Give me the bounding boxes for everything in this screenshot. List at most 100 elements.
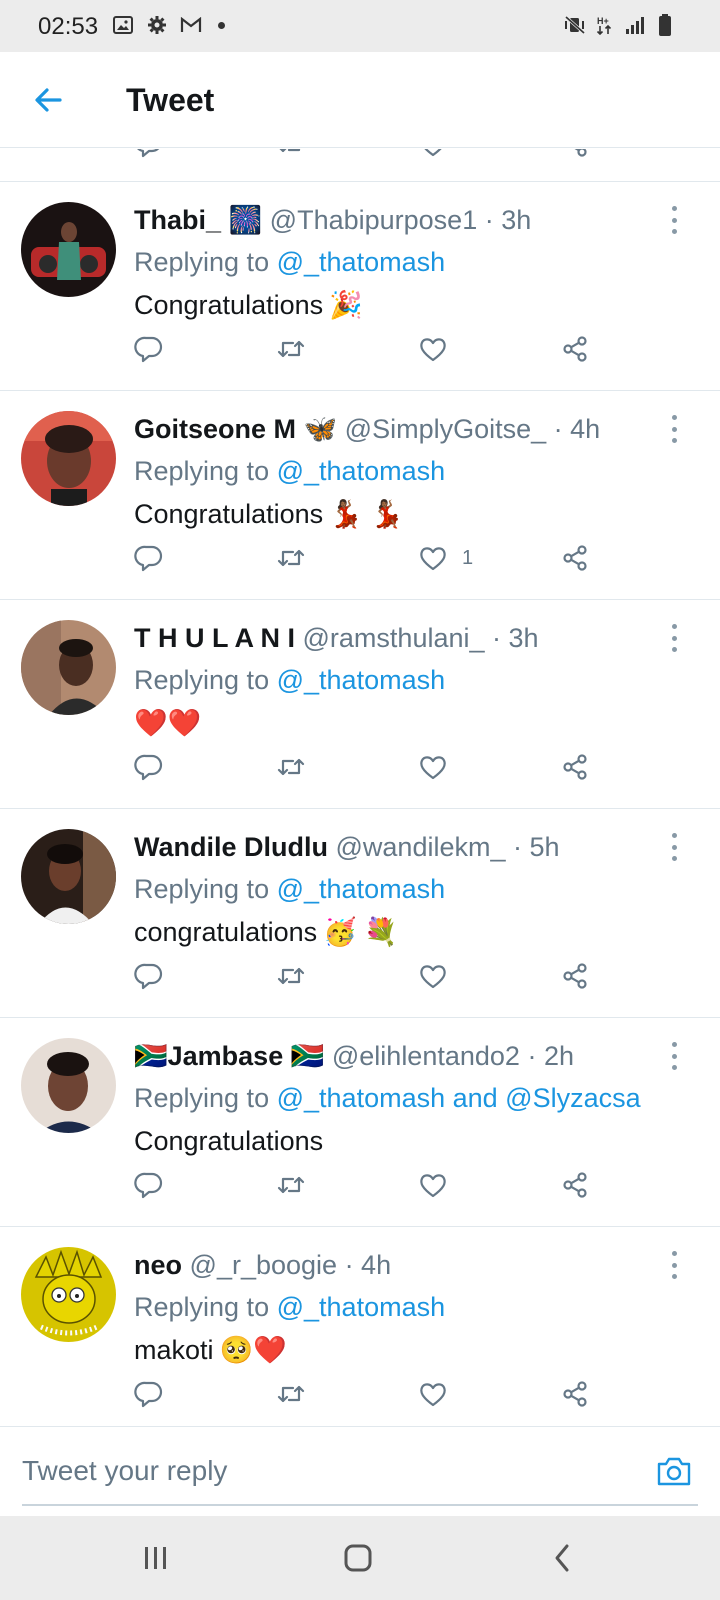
replying-to: Replying to @_thatomash xyxy=(134,244,700,280)
reply-button[interactable] xyxy=(134,750,164,784)
author-handle[interactable]: @wandilekm_ xyxy=(336,832,506,862)
replying-to-mention[interactable]: @_thatomash xyxy=(277,874,446,904)
tweet-actions xyxy=(134,1377,604,1411)
back-button[interactable] xyxy=(28,80,68,120)
avatar[interactable] xyxy=(21,411,116,506)
share-icon xyxy=(563,754,587,780)
replying-to-mention[interactable]: @_thatomash xyxy=(277,1292,446,1322)
retweet-button[interactable] xyxy=(276,1168,306,1202)
share-button[interactable] xyxy=(560,541,590,575)
tweet-text: Congratulations 🎉 xyxy=(134,287,700,323)
reply-tweet[interactable]: neo @_r_boogie · 4h Replying to @_thatom… xyxy=(0,1227,720,1426)
reply-tweet[interactable]: T H U L A N I @ramsthulani_ · 3h Replyin… xyxy=(0,600,720,809)
author-name[interactable]: Wandile Dludlu xyxy=(134,832,328,862)
author-handle[interactable]: @Thabipurpose1 xyxy=(270,205,478,235)
more-options-button[interactable] xyxy=(664,206,684,234)
avatar[interactable] xyxy=(21,1038,116,1133)
recents-button[interactable] xyxy=(134,1538,178,1578)
retweet-button[interactable] xyxy=(276,1377,306,1411)
replying-to-mention[interactable]: @_thatomash xyxy=(277,247,446,277)
author-name[interactable]: Jambase xyxy=(168,1041,284,1071)
replying-to-mention[interactable]: @_thatomash xyxy=(277,456,446,486)
author-handle[interactable]: @_r_boogie xyxy=(190,1250,338,1280)
tweet-actions: 1 xyxy=(134,541,604,575)
reply-input[interactable] xyxy=(22,1451,582,1491)
reply-tweet[interactable]: Goitseone M 🦋 @SimplyGoitse_ · 4h Replyi… xyxy=(0,391,720,600)
reply-tweet[interactable]: 🇿🇦Jambase 🇿🇦 @elihlentando2 · 2h Replyin… xyxy=(0,1018,720,1227)
more-options-button[interactable] xyxy=(664,1251,684,1279)
tweet-text: congratulations 🥳 💐 xyxy=(134,914,700,950)
replying-to: Replying to @_thatomash xyxy=(134,871,700,907)
retweet-icon xyxy=(279,149,301,153)
tweet-actions xyxy=(134,332,604,366)
avatar[interactable] xyxy=(21,202,116,297)
reply-tweet[interactable]: Wandile Dludlu @wandilekm_ · 5h Replying… xyxy=(0,809,720,1018)
like-button[interactable] xyxy=(418,1168,462,1202)
replying-to-mention[interactable]: @_thatomash xyxy=(277,665,446,695)
retweet-button[interactable] xyxy=(276,750,306,784)
reply-feed[interactable]: Thabi_ 🎆 @Thabipurpose1 · 3h Replying to… xyxy=(0,149,720,1426)
tweet-header: Thabi_ 🎆 @Thabipurpose1 · 3h xyxy=(134,202,700,238)
tweet-emoji: 🥺❤️ xyxy=(219,1335,287,1365)
reply-icon xyxy=(134,336,163,363)
retweet-button[interactable] xyxy=(276,541,306,575)
replying-to: Replying to @_thatomash xyxy=(134,1289,700,1325)
reply-button[interactable] xyxy=(134,1168,164,1202)
author-name[interactable]: T H U L A N I xyxy=(134,623,295,653)
share-button[interactable] xyxy=(560,1168,590,1202)
more-options-button[interactable] xyxy=(664,1042,684,1070)
retweet-button[interactable] xyxy=(276,149,306,161)
like-button[interactable] xyxy=(418,959,462,993)
like-icon xyxy=(420,756,446,780)
gallery-icon xyxy=(112,14,134,36)
status-right-icons: H+ xyxy=(564,14,676,36)
reply-tweet[interactable]: Thabi_ 🎆 @Thabipurpose1 · 3h Replying to… xyxy=(0,182,720,391)
author-handle[interactable]: @elihlentando2 xyxy=(332,1041,520,1071)
like-button[interactable]: 1 xyxy=(418,541,473,575)
reply-button[interactable] xyxy=(134,541,164,575)
share-button[interactable] xyxy=(560,332,590,366)
avatar[interactable] xyxy=(21,829,116,924)
share-button[interactable] xyxy=(560,1377,590,1411)
reply-button[interactable] xyxy=(134,149,164,161)
more-options-button[interactable] xyxy=(664,624,684,652)
retweet-icon xyxy=(277,340,305,358)
tweet-header: T H U L A N I @ramsthulani_ · 3h xyxy=(134,620,700,656)
home-button[interactable] xyxy=(336,1538,380,1578)
share-icon xyxy=(563,336,587,362)
author-handle[interactable]: @ramsthulani_ xyxy=(303,623,485,653)
share-button[interactable] xyxy=(560,959,590,993)
like-button[interactable] xyxy=(418,1377,462,1411)
avatar[interactable] xyxy=(21,1247,116,1342)
more-options-button[interactable] xyxy=(664,415,684,443)
share-button[interactable] xyxy=(560,149,590,161)
author-name[interactable]: neo xyxy=(134,1250,182,1280)
avatar[interactable] xyxy=(21,620,116,715)
replying-to-label: Replying to xyxy=(134,874,270,904)
like-button[interactable] xyxy=(418,149,448,161)
reply-button[interactable] xyxy=(134,1377,164,1411)
like-button[interactable] xyxy=(418,332,462,366)
retweet-icon xyxy=(277,967,305,985)
retweet-button[interactable] xyxy=(276,959,306,993)
system-back-button[interactable] xyxy=(540,1538,584,1578)
camera-button[interactable] xyxy=(654,1451,694,1491)
author-name[interactable]: Goitseone M xyxy=(134,414,296,444)
author-handle[interactable]: @SimplyGoitse_ xyxy=(345,414,546,444)
like-icon xyxy=(420,547,446,571)
retweet-icon xyxy=(277,1385,305,1403)
more-options-button[interactable] xyxy=(664,833,684,861)
reply-button[interactable] xyxy=(134,959,164,993)
tweet-time: · 4h xyxy=(344,1250,392,1280)
retweet-button[interactable] xyxy=(276,332,306,366)
like-button[interactable] xyxy=(418,750,462,784)
tweet-text: Congratulations xyxy=(134,1123,700,1159)
replying-to-mention[interactable]: @_thatomash and @Slyzacsa xyxy=(277,1083,641,1113)
replying-to: Replying to @_thatomash and @Slyzacsa xyxy=(134,1080,700,1116)
share-button[interactable] xyxy=(560,750,590,784)
battery-icon xyxy=(654,14,676,36)
tweet-time: · 5h xyxy=(513,832,560,862)
author-name[interactable]: Thabi_ xyxy=(134,205,221,235)
reply-button[interactable] xyxy=(134,332,164,366)
like-icon xyxy=(420,1174,446,1198)
